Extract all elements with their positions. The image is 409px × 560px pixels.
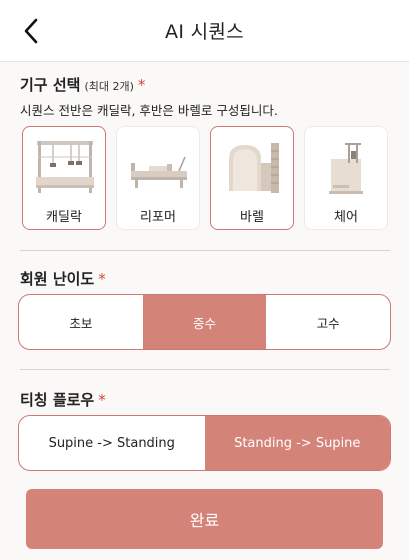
equipment-section-title: 기구 선택 (최대 2개) *: [20, 74, 145, 95]
equipment-subtitle: (최대 2개): [84, 80, 134, 93]
equipment-label: 리포머: [140, 210, 176, 225]
app-header: AI 시퀀스: [0, 0, 409, 62]
equipment-title-text: 기구 선택: [20, 76, 81, 94]
equipment-card-cadillac[interactable]: 캐딜락: [22, 126, 106, 230]
divider: [20, 250, 390, 251]
required-mark: *: [98, 391, 106, 409]
equipment-card-barrel[interactable]: 바렐: [210, 126, 294, 230]
flow-title-text: 티칭 플로우: [20, 391, 95, 409]
flow-option-supine-standing[interactable]: Supine -> Standing: [19, 416, 205, 470]
equipment-description: 시퀀스 전반은 캐딜락, 후반은 바렐로 구성됩니다.: [20, 103, 278, 118]
equipment-card-chair[interactable]: 체어: [304, 126, 388, 230]
equipment-card-reformer[interactable]: 리포머: [116, 126, 200, 230]
teaching-flow-selector: Supine -> Standing Standing -> Supine: [18, 415, 391, 471]
equipment-options: 캐딜락 리포머 바렐 체어: [22, 126, 388, 230]
level-section-title: 회원 난이도 *: [20, 268, 106, 289]
level-option-beginner[interactable]: 초보: [19, 295, 143, 349]
level-selector: 초보 중수 고수: [18, 294, 391, 350]
required-mark: *: [98, 270, 106, 288]
equipment-label: 캐딜락: [46, 210, 82, 225]
level-title-text: 회원 난이도: [20, 270, 95, 288]
divider: [20, 369, 390, 370]
chair-icon: [329, 143, 363, 194]
equipment-label: 바렐: [240, 210, 264, 225]
reformer-icon: [131, 156, 187, 188]
flow-section-title: 티칭 플로우 *: [20, 389, 106, 410]
level-option-advanced[interactable]: 고수: [266, 295, 390, 349]
required-mark: *: [137, 76, 146, 94]
cadillac-icon: [36, 141, 94, 193]
level-option-intermediate[interactable]: 중수: [142, 295, 267, 349]
flow-option-standing-supine[interactable]: Standing -> Supine: [204, 416, 390, 470]
barrel-icon: [229, 143, 279, 193]
done-button[interactable]: 완료: [26, 489, 383, 549]
page-title: AI 시퀀스: [165, 21, 244, 43]
equipment-label: 체어: [334, 210, 358, 225]
